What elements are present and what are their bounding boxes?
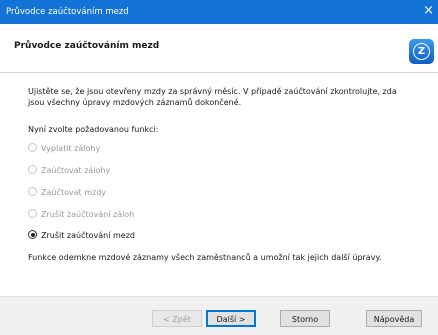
radio-zrusit-zauctovani-mezd[interactable]: Zrušit zaúčtování mezd <box>28 230 135 242</box>
radio-zauctovat-mzdy: Zaúčtovat mzdy <box>28 187 106 199</box>
radio-label: Vyplatit zálohy <box>41 144 101 153</box>
wizard-title: Průvodce zaúčtováním mezd <box>14 41 160 51</box>
radio-vyplatit-zalohy: Vyplatit zálohy <box>28 143 100 155</box>
next-button[interactable]: Další > <box>206 310 256 327</box>
money-s3-logo-icon: Z <box>409 39 434 64</box>
radio-zauctovat-zalohy: Zaúčtovat zálohy <box>28 165 110 177</box>
radio-button-icon <box>28 187 37 196</box>
help-button[interactable]: Nápověda <box>366 310 422 327</box>
radio-button-checked-icon[interactable] <box>28 230 37 239</box>
title-bar: Průvodce zaúčtováním mezd × <box>0 0 438 24</box>
radio-zrusit-zauctovani-zaloh: Zrušit zaúčtování záloh <box>28 209 134 221</box>
cancel-button[interactable]: Storno <box>280 310 330 327</box>
logo-glyph: Z <box>413 43 430 60</box>
close-icon[interactable]: × <box>423 4 434 17</box>
function-prompt: Nyní zvolte požadovanou funkci: <box>28 125 159 134</box>
window-title: Průvodce zaúčtováním mezd <box>6 7 129 17</box>
radio-button-icon <box>28 143 37 152</box>
radio-button-icon <box>28 165 37 174</box>
intro-text: Ujistěte se, že jsou otevřeny mzdy za sp… <box>28 87 397 107</box>
wizard-content: Ujistěte se, že jsou otevřeny mzdy za sp… <box>0 73 438 295</box>
radio-label: Zaúčtovat mzdy <box>41 188 107 197</box>
radio-label: Zrušit zaúčtování záloh <box>41 210 135 219</box>
back-button: < Zpět <box>152 310 202 327</box>
button-bar: < Zpět Další > Storno Nápověda <box>0 296 438 335</box>
function-description: Funkce odemkne mzdové záznamy všech zamě… <box>28 253 382 262</box>
radio-button-icon <box>28 209 37 218</box>
wizard-header: Průvodce zaúčtováním mezd Z <box>0 24 438 73</box>
radio-label: Zaúčtovat zálohy <box>41 166 111 175</box>
radio-label[interactable]: Zrušit zaúčtování mezd <box>41 231 135 240</box>
